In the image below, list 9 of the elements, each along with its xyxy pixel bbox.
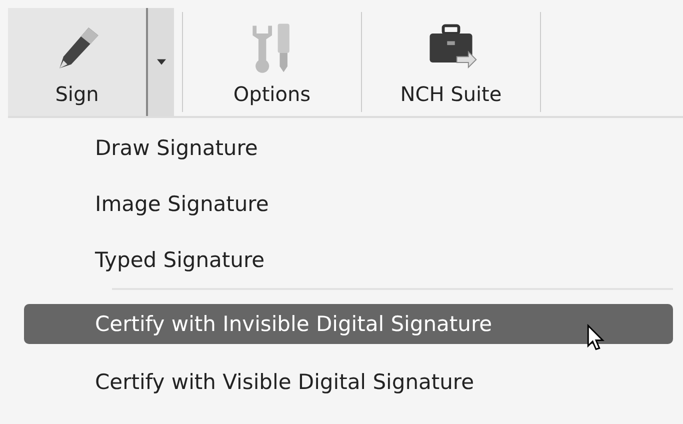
toolbar-button[interactable]: Options <box>191 8 353 116</box>
cursor-icon <box>587 324 605 352</box>
menu-item[interactable]: Draw Signature <box>24 128 673 168</box>
menu-item[interactable]: Typed Signature <box>24 240 673 280</box>
caret-icon <box>156 59 166 65</box>
menu-item[interactable]: Image Signature <box>24 184 673 224</box>
menu-item[interactable]: Certify with Visible Digital Signature <box>24 362 673 402</box>
dropdown-button[interactable] <box>148 8 174 116</box>
toolbar-button[interactable]: NCH Suite <box>370 8 532 116</box>
